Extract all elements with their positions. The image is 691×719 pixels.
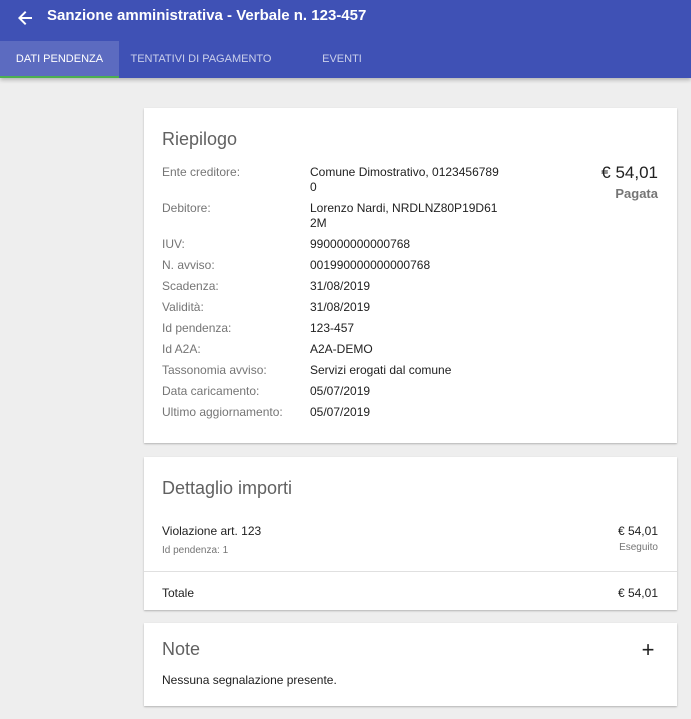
field-label: Ultimo aggiornamento: (162, 405, 283, 419)
add-note-button[interactable]: + (638, 637, 658, 662)
field-label: Data caricamento: (162, 384, 260, 398)
riepilogo-title: Riepilogo (162, 129, 238, 149)
item-name: Violazione art. 123 (162, 524, 262, 538)
field-label: Id pendenza: (162, 321, 232, 335)
field-value: 31/08/2019 (310, 279, 371, 293)
field-label: N. avviso: (162, 258, 215, 272)
field-label: Validità: (162, 300, 204, 314)
tab-tentativi-di-pagamento[interactable]: TENTATIVI DI PAGAMENTO (119, 41, 283, 78)
field-value: 31/08/2019 (310, 300, 371, 314)
note-title: Note (162, 639, 201, 659)
note-text: Nessuna segnalazione presente. (162, 673, 337, 687)
field-value: 123-457 (310, 321, 355, 335)
field-label: Scadenza: (162, 279, 219, 293)
tab-eventi[interactable]: EVENTI (283, 41, 401, 78)
field-value: Comune Dimostrativo, 01234567890 (310, 165, 499, 194)
total-value: € 54,01 (617, 586, 658, 600)
riepilogo-card: Riepilogo € 54,01 Pagata Ente creditore:… (144, 108, 677, 443)
field-value: Servizi erogati dal comune (310, 363, 452, 377)
total-label: Totale (162, 586, 195, 600)
divider (144, 571, 677, 572)
field-value: 05/07/2019 (310, 384, 371, 398)
tab-bar: DATI PENDENZA TENTATIVI DI PAGAMENTO EVE… (0, 41, 401, 78)
dettaglio-importi-card: Dettaglio importi Violazione art. 123 Id… (144, 457, 677, 610)
field-label: Tassonomia avviso: (162, 363, 267, 377)
arrow-back-icon (12, 6, 38, 30)
back-button[interactable] (12, 6, 38, 30)
field-label: Ente creditore: (162, 165, 241, 179)
field-value: A2A-DEMO (310, 342, 373, 356)
dettaglio-importi-title: Dettaglio importi (162, 478, 293, 498)
tab-dati-pendenza[interactable]: DATI PENDENZA (0, 41, 119, 78)
field-label: Debitore: (162, 201, 211, 215)
note-card: Note + Nessuna segnalazione presente. (144, 623, 677, 706)
page-title: Sanzione amministrativa - Verbale n. 123… (47, 7, 367, 24)
total-amount: € 54,01 (601, 163, 658, 182)
app-bar: Sanzione amministrativa - Verbale n. 123… (0, 0, 691, 78)
field-value: 001990000000000768 (310, 258, 431, 272)
item-amount: € 54,01 (617, 524, 658, 538)
field-value: 990000000000768 (310, 237, 411, 251)
field-label: IUV: (162, 237, 185, 251)
field-label: Id A2A: (162, 342, 201, 356)
field-value: Lorenzo Nardi, NRDLNZ80P19D612M (310, 201, 498, 230)
field-value: 05/07/2019 (310, 405, 371, 419)
item-state: Eseguito (619, 542, 658, 553)
payment-status: Pagata (615, 186, 658, 201)
plus-icon: + (641, 637, 655, 662)
item-id-pendenza: Id pendenza: 1 (162, 545, 229, 556)
